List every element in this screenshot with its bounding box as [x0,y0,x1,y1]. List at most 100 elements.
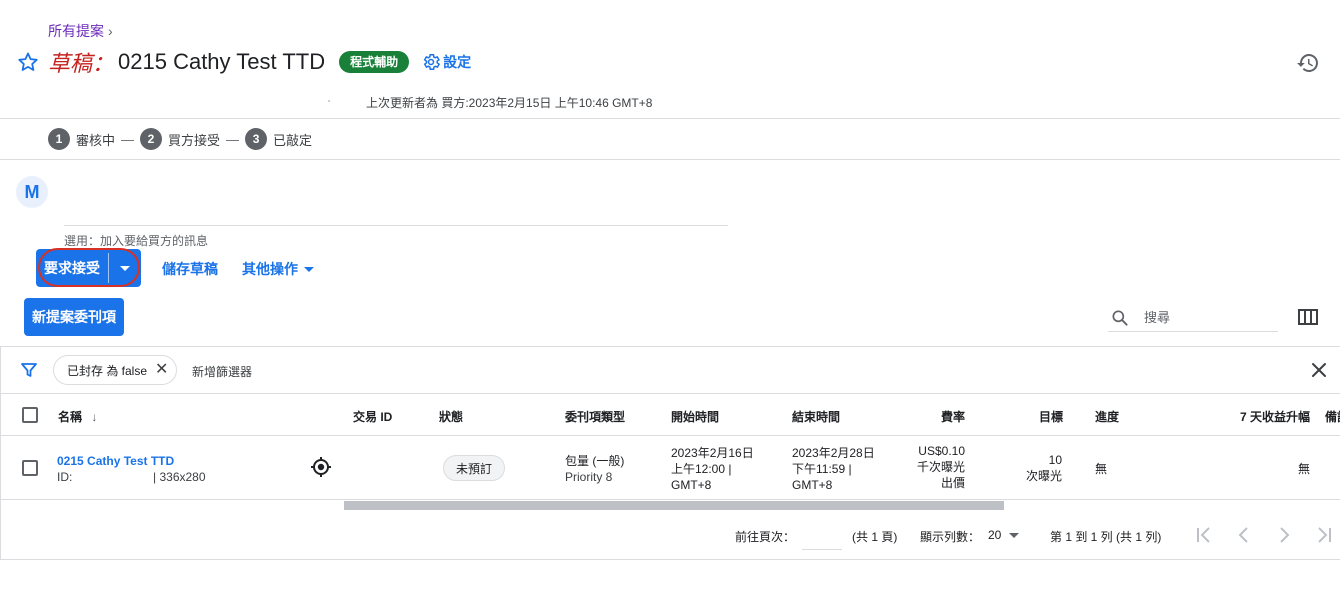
message-input-underline[interactable] [64,225,728,226]
message-hint: 選用：加入要給買方的訊息 [64,234,209,248]
total-pages: (共 1 頁) [852,530,898,544]
column-name-label: 名稱 [58,410,83,424]
cell-rate: US$0.10 千次曝光 出價 [905,443,965,491]
last-page-icon[interactable] [1314,525,1334,545]
rate-value: US$0.10 [918,444,965,458]
caret-down-icon [1009,532,1020,538]
target-icon[interactable] [310,456,332,478]
settings-label: 設定 [443,54,472,70]
column-header-start-time[interactable]: 開始時間 [671,408,719,425]
search-icon [1112,310,1128,326]
column-header-notes[interactable]: 備註 [1325,408,1340,425]
draft-label: 草稿： [48,51,115,76]
filter-chip-archived[interactable]: 已封存 為 false ✕ [53,355,178,385]
avatar: M [16,176,48,208]
column-header-revenue-lift[interactable]: 7 天收益升幅 [1240,408,1310,425]
status-badge: 未預訂 [443,455,506,481]
line-item-id: ID: | 336x280 [57,469,206,485]
start-timezone: GMT+8 [671,478,712,492]
column-header-goal[interactable]: 目標 [1039,408,1063,425]
rate-type: 出價 [940,476,965,490]
step-separator: — [121,131,135,147]
star-icon[interactable] [16,50,40,74]
table-header [0,395,1340,436]
breadcrumb[interactable]: 所有提案 › [48,21,113,41]
close-icon[interactable]: ✕ [155,362,168,378]
search-box[interactable] [1108,304,1278,332]
rows-per-page-value: 20 [988,528,1002,542]
row-checkbox[interactable] [22,460,38,476]
step-3-label: 已敲定 [273,132,313,148]
gear-icon [423,54,441,70]
previous-page-icon[interactable] [1234,525,1254,545]
new-line-item-button[interactable]: 新提案委刊項 [24,298,124,336]
goto-page-label: 前往頁次： [735,530,796,544]
first-page-icon[interactable] [1194,525,1214,545]
rate-unit: 千次曝光 [916,460,965,474]
cell-name: 0215 Cathy Test TTD ID: | 336x280 [57,453,206,485]
column-header-progress[interactable]: 進度 [1095,408,1119,425]
line-item-priority: Priority 8 [565,470,613,484]
step-1-label: 審核中 [76,132,116,148]
line-item-id-prefix: ID: [57,470,73,484]
column-header-line-item-type[interactable]: 委刊項類型 [565,408,625,425]
step-2-number: 2 [140,128,163,150]
goal-unit: 次曝光 [1025,469,1062,483]
end-date: 2023年2月28日 [792,446,875,460]
start-time: 上午12:00 | [671,462,732,476]
step-1-number: 1 [48,128,70,150]
status-stepper: 1 審核中 — 2 買方接受 — 3 已敲定 [48,128,312,150]
step-2-label: 買方接受 [168,132,221,148]
settings-button[interactable]: 設定 [421,52,471,72]
cell-start-time: 2023年2月16日 上午12:00 | GMT+8 [671,445,754,493]
breadcrumb-all-proposals[interactable]: 所有提案 [48,21,104,41]
programmatic-badge: 程式輔助 [339,51,410,73]
column-header-rate[interactable]: 費率 [941,408,965,425]
page-title: 0215 Cathy Test TTD [118,49,326,74]
more-actions-label: 其他操作 [242,261,298,277]
goal-value: 10 [1048,453,1062,467]
filter-icon[interactable] [20,361,38,379]
end-time: 下午11:59 | [792,462,852,476]
horizontal-scrollbar[interactable] [344,501,1004,510]
search-input[interactable] [1144,310,1264,325]
filter-chip-label: 已封存 為 false [67,363,148,378]
rows-per-page-select[interactable]: 20 [988,528,1020,542]
last-updated-text: 上次更新者為 買方:2023年2月15日 上午10:46 GMT+8 [366,96,653,110]
next-page-icon[interactable] [1274,525,1294,545]
close-icon[interactable] [1310,361,1328,379]
cell-revenue-lift: 無 [1298,462,1311,476]
history-icon[interactable] [1296,51,1320,75]
divider [0,159,1340,160]
cell-goal: 10 次曝光 [1010,452,1062,484]
start-date: 2023年2月16日 [671,446,754,460]
line-item-size: | 336x280 [153,470,206,484]
column-header-status[interactable]: 狀態 [439,408,463,425]
select-all-checkbox[interactable] [22,407,38,423]
highlight-ring [38,248,140,287]
step-3-number: 3 [245,128,268,150]
column-header-end-time[interactable]: 結束時間 [792,408,840,425]
redacted-dot [328,100,330,102]
more-actions-button[interactable]: 其他操作 [242,259,314,279]
arrow-down-icon: ↓ [91,410,98,424]
row-range: 第 1 到 1 列 (共 1 列) [1050,530,1162,544]
add-filter-button[interactable]: 新增篩選器 [192,363,252,380]
cell-progress: 無 [1095,462,1108,476]
cell-end-time: 2023年2月28日 下午11:59 | GMT+8 [792,445,875,493]
chevron-right-icon: › [108,23,113,39]
column-header-name[interactable]: 名稱 ↓ [58,408,97,425]
end-timezone: GMT+8 [792,478,833,492]
line-item-type: 包量 (一般) [565,454,625,468]
goto-page-input[interactable] [802,524,842,550]
step-separator: — [226,131,240,147]
rows-per-page-label: 顯示列數： [920,530,981,544]
line-item-name-link[interactable]: 0215 Cathy Test TTD [57,453,206,469]
title-row: 草稿： 0215 Cathy Test TTD 程式輔助 設定 [16,46,471,78]
caret-down-icon [304,266,314,272]
cell-line-item-type: 包量 (一般) Priority 8 [565,453,624,485]
divider [0,118,1340,119]
columns-icon[interactable] [1298,308,1318,326]
save-draft-button[interactable]: 儲存草稿 [162,259,218,279]
column-header-deal-id[interactable]: 交易 ID [353,408,392,425]
